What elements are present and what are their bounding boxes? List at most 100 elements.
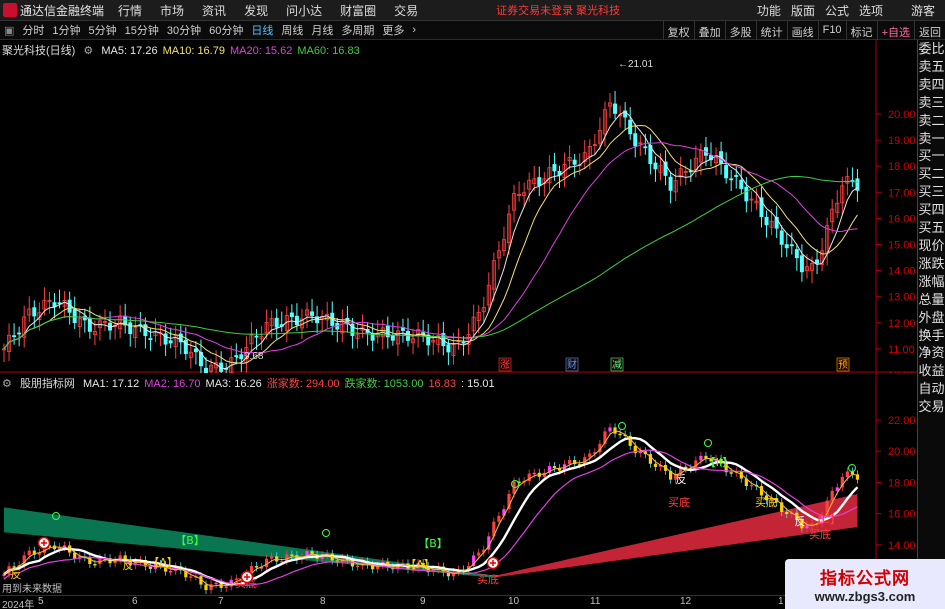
quote-row-17[interactable]: 净资 [918,344,945,362]
signal-label: 【A】 [405,558,435,571]
period-1min[interactable]: 1分钟 [52,22,80,38]
indicator-candle [729,472,733,474]
period-60min[interactable]: 60分钟 [209,22,243,38]
candle-body [310,311,315,316]
period-multi[interactable]: 多周期 [341,22,374,38]
period-5min[interactable]: 5分钟 [89,22,117,38]
quote-row-7[interactable]: 买二 [918,165,945,183]
date-axis: 2024年 5 6 7 8 9 10 11 12 1 [0,595,917,609]
date-label: 7 [218,596,224,607]
y-tick-label: 18.00 [888,161,916,173]
candle-body [794,249,799,259]
btn-overlay[interactable]: 叠加 [693,21,725,40]
menu-item-quotes[interactable]: 行情 [118,2,142,19]
quote-row-12[interactable]: 涨跌 [918,255,945,273]
period-monthly[interactable]: 月线 [311,22,333,38]
btn-stats[interactable]: 统计 [755,21,787,40]
menu-item-formula[interactable]: 公式 [825,2,849,19]
menu-item-trade[interactable]: 交易 [394,2,418,19]
event-mark[interactable]: 减 [612,359,622,371]
quote-row-4[interactable]: 卖二 [918,112,945,130]
quote-row-1[interactable]: 卖五 [918,58,945,76]
quote-row-19[interactable]: 自动 [918,380,945,398]
btn-back[interactable]: 返回 [914,21,945,40]
event-mark[interactable]: 财 [567,358,577,371]
period-toolbar: ▣ 分时 1分钟 5分钟 15分钟 30分钟 60分钟 日线 周线 月线 多周期… [0,21,945,40]
kline-chart[interactable]: 20.00 19.00 18.00 17.00 16.00 15.00 14.00 13.00… [0,40,917,373]
signal-label: 买底 [755,495,777,509]
quote-row-0[interactable]: 委比 [918,40,945,58]
candle-body [168,340,173,344]
chevron-right-icon[interactable]: › [412,24,416,36]
candle-body [739,179,744,189]
indicator-candle [532,472,536,475]
btn-adjust[interactable]: 复权 [662,21,694,40]
quote-row-8[interactable]: 买三 [918,183,945,201]
quote-side-panel: 委比 卖五 卖四 卖三 卖二 卖一 买一 买二 买三 买四 买五 现价 涨跌 涨幅 总量 外盘 换手 净资 收益 自动… [917,40,945,585]
settings-icon[interactable]: ⚙ [83,45,93,57]
quote-row-10[interactable]: 买五 [918,219,945,237]
indicator-value-5: 16.83 [428,378,456,390]
quote-row-20[interactable]: 交易 [918,398,945,416]
period-more[interactable]: 更多 [382,22,404,38]
y-tick-label: 16.00 [888,509,916,521]
settings-icon[interactable]: ⚙ [2,378,12,390]
btn-f10[interactable]: F10 [817,21,846,40]
quote-row-3[interactable]: 卖三 [918,94,945,112]
menu-item-layout[interactable]: 版面 [791,2,815,19]
indicator-candle [477,552,481,556]
btn-draw[interactable]: 画线 [786,21,818,40]
watermark-title: 指标公式网 [820,569,910,588]
indicator-candle [845,471,849,477]
menu-item-ask[interactable]: 问小达 [286,2,322,19]
menu-item-news[interactable]: 资讯 [202,2,226,19]
btn-mark[interactable]: 标记 [845,21,877,40]
quote-row-9[interactable]: 买四 [918,201,945,219]
indicator-candle [785,511,789,515]
login-warning[interactable]: 证券交易未登录 聚光科技 [496,2,620,18]
menu-item-wealth[interactable]: 财富圈 [340,2,376,19]
period-15min[interactable]: 15分钟 [125,22,159,38]
period-30min[interactable]: 30分钟 [167,22,201,38]
quote-row-15[interactable]: 外盘 [918,309,945,327]
quote-row-6[interactable]: 买一 [918,147,945,165]
period-intraday[interactable]: 分时 [22,22,44,38]
event-mark[interactable]: 涨 [500,359,510,371]
quote-row-14[interactable]: 总量 [918,291,945,309]
guest-label[interactable]: 游客 [911,2,935,19]
indicator-candle [270,556,274,559]
y-tick-label: 20.00 [888,109,916,121]
indicator-value-0: MA1: 17.12 [83,378,140,390]
indicator-candle [254,566,259,568]
signal-label: 【A】 [148,556,178,569]
menu-item-function[interactable]: 功能 [757,2,781,19]
menu-item-market[interactable]: 市场 [160,2,184,19]
stock-title: 聚光科技(日线) [2,45,76,57]
title-right-menu: 功能 版面 公式 选项 游客 [757,0,945,21]
candle-body [12,335,17,338]
btn-add-watchlist[interactable]: +自选 [876,21,914,40]
quote-row-18[interactable]: 收益 [918,362,945,380]
quote-row-16[interactable]: 换手 [918,327,945,345]
toolbar-right: 复权 叠加 多股 统计 画线 F10 标记 +自选 返回 [662,21,945,40]
period-daily[interactable]: 日线 [251,22,273,38]
quote-row-5[interactable]: 卖一 [918,130,945,148]
main-menu: 行情 市场 资讯 发现 问小达 财富圈 交易 [118,2,436,19]
menu-item-discover[interactable]: 发现 [244,2,268,19]
event-mark[interactable]: 预 [838,359,848,371]
period-weekly[interactable]: 周线 [281,22,303,38]
quote-row-11[interactable]: 现价 [918,237,945,255]
indicator-candle [497,515,501,522]
quote-row-13[interactable]: 涨幅 [918,273,945,291]
candle-body [643,146,648,149]
candle-body [724,164,729,179]
indicator-chart[interactable]: 22.0020.0018.0016.0014.0012.00反反【A】【A】【B… [0,373,917,595]
toggle-icon[interactable]: ▣ [4,24,14,37]
y-tick-label: 14.00 [888,266,916,278]
indicator-candle [209,584,213,591]
quote-row-2[interactable]: 卖四 [918,76,945,94]
signal-label: 反 [11,568,22,581]
signal-label: 反 [795,515,806,528]
menu-item-options[interactable]: 选项 [859,2,883,19]
btn-multi-stock[interactable]: 多股 [724,21,756,40]
